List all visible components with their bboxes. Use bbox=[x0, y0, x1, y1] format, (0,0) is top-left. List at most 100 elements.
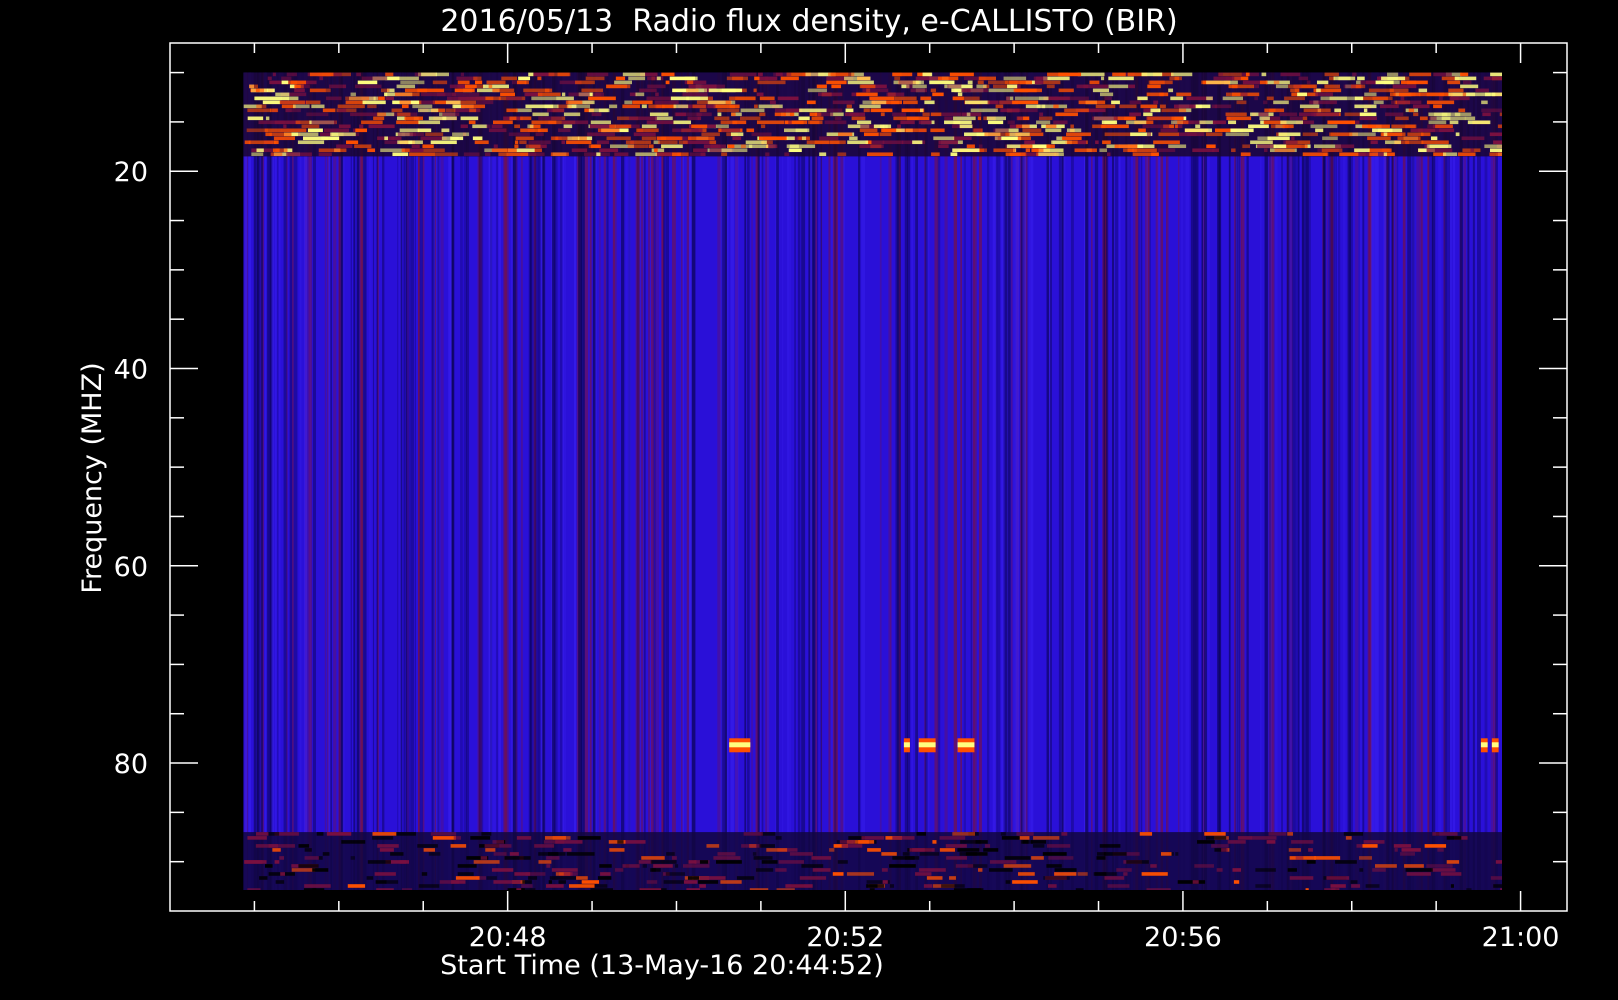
heatmap-streak bbox=[1185, 72, 1190, 890]
heatmap-streak bbox=[271, 72, 275, 890]
interference-segment bbox=[1322, 136, 1338, 141]
interference-segment bbox=[729, 72, 757, 77]
interference-segment bbox=[273, 136, 296, 141]
interference-segment bbox=[660, 136, 683, 141]
interference-segment bbox=[1232, 84, 1254, 89]
heatmap-streak bbox=[1155, 72, 1159, 890]
heatmap-streak bbox=[275, 72, 277, 890]
interference-segment bbox=[944, 116, 953, 121]
interference-segment bbox=[646, 120, 674, 125]
interference-segment bbox=[754, 104, 758, 109]
interference-segment bbox=[957, 848, 980, 852]
interference-segment bbox=[697, 116, 702, 121]
interference-segment bbox=[1147, 116, 1172, 121]
heatmap-streak bbox=[625, 72, 627, 890]
heatmap-streak bbox=[1355, 72, 1359, 890]
interference-segment bbox=[534, 148, 542, 153]
interference-segment bbox=[491, 148, 517, 153]
interference-segment bbox=[1409, 72, 1432, 77]
interference-segment bbox=[714, 116, 730, 121]
interference-segment bbox=[412, 104, 433, 109]
interference-segment bbox=[963, 88, 989, 93]
interference-segment bbox=[1288, 848, 1302, 852]
interference-segment bbox=[799, 876, 827, 880]
interference-segment bbox=[535, 132, 544, 137]
interference-segment bbox=[1153, 100, 1159, 105]
heatmap-streak bbox=[809, 72, 813, 890]
interference-segment bbox=[303, 136, 326, 141]
interference-segment bbox=[1104, 132, 1133, 137]
interference-segment bbox=[1048, 856, 1074, 860]
interference-segment bbox=[458, 96, 486, 101]
interference-segment bbox=[399, 128, 420, 133]
interference-segment bbox=[1343, 832, 1364, 836]
interference-segment bbox=[1187, 132, 1197, 137]
interference-segment bbox=[859, 128, 878, 133]
interference-segment bbox=[1283, 140, 1298, 145]
heatmap-streak bbox=[584, 72, 589, 890]
interference-segment bbox=[460, 124, 468, 129]
interference-segment bbox=[528, 140, 551, 145]
interference-segment bbox=[778, 860, 804, 864]
interference-segment bbox=[1404, 864, 1424, 868]
interference-segment bbox=[1008, 132, 1030, 137]
interference-segment bbox=[786, 144, 799, 149]
heatmap-streak bbox=[373, 72, 375, 890]
interference-segment bbox=[636, 128, 659, 133]
interference-segment bbox=[862, 88, 889, 93]
interference-segment bbox=[665, 80, 670, 85]
interference-segment bbox=[939, 836, 966, 840]
interference-segment bbox=[904, 856, 920, 860]
interference-segment bbox=[600, 872, 611, 876]
interference-segment bbox=[756, 120, 785, 125]
interference-segment bbox=[244, 860, 263, 864]
heatmap-streak bbox=[1085, 72, 1089, 890]
interference-segment bbox=[1143, 112, 1153, 117]
interference-segment bbox=[538, 852, 566, 856]
interference-segment bbox=[298, 864, 319, 868]
interference-segment bbox=[1273, 100, 1289, 105]
interference-segment bbox=[506, 108, 518, 113]
interference-segment bbox=[1457, 152, 1476, 157]
heatmap-streak bbox=[997, 72, 1001, 890]
interference-segment bbox=[1204, 832, 1226, 836]
heatmap-streak bbox=[788, 72, 791, 890]
heatmap-streak bbox=[1301, 72, 1305, 890]
interference-segment bbox=[304, 848, 312, 852]
interference-segment bbox=[732, 136, 742, 141]
interference-segment bbox=[713, 856, 741, 860]
interference-segment bbox=[689, 152, 706, 157]
heatmap-streak bbox=[730, 72, 734, 890]
interference-segment bbox=[473, 860, 500, 864]
interference-segment bbox=[769, 100, 776, 105]
heatmap-streak bbox=[440, 72, 444, 890]
interference-segment bbox=[596, 152, 601, 157]
heatmap-streak bbox=[531, 72, 534, 890]
interference-segment bbox=[1092, 116, 1118, 121]
interference-segment bbox=[898, 80, 913, 85]
interference-segment bbox=[699, 876, 726, 880]
interference-segment bbox=[1426, 100, 1455, 105]
interference-segment bbox=[1424, 844, 1447, 848]
interference-segment bbox=[546, 856, 560, 860]
interference-segment bbox=[493, 144, 498, 149]
interference-segment bbox=[761, 860, 778, 864]
interference-segment bbox=[341, 840, 366, 844]
interference-segment bbox=[761, 124, 766, 129]
interference-segment bbox=[858, 840, 875, 844]
interference-segment bbox=[1033, 836, 1060, 840]
interference-segment bbox=[1102, 140, 1111, 145]
interference-segment bbox=[322, 108, 336, 113]
interference-segment bbox=[841, 844, 863, 848]
heatmap-streak bbox=[414, 72, 416, 890]
interference-segment bbox=[730, 132, 744, 137]
interference-segment bbox=[1405, 140, 1410, 145]
interference-segment bbox=[357, 80, 378, 85]
interference-segment bbox=[1354, 104, 1377, 109]
interference-segment bbox=[1015, 88, 1037, 93]
interference-segment bbox=[377, 136, 402, 141]
interference-segment bbox=[1123, 872, 1128, 876]
interference-segment bbox=[384, 136, 388, 141]
interference-segment bbox=[1326, 876, 1350, 880]
heatmap-streak bbox=[1402, 72, 1406, 890]
